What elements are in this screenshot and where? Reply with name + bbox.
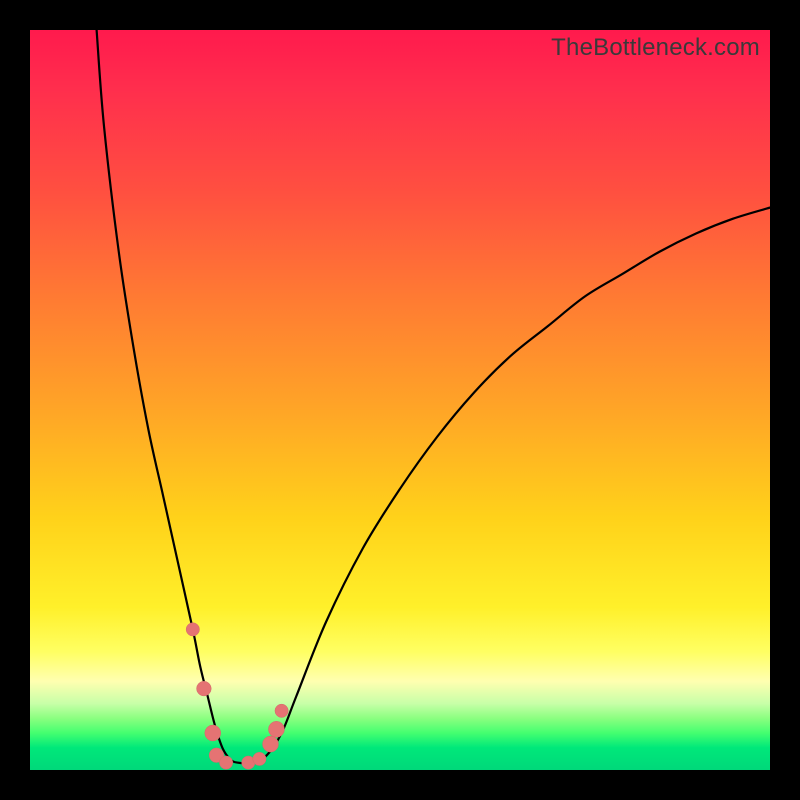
curve-marker [253,752,266,765]
curve-markers [186,623,288,770]
curve-marker [186,623,199,636]
curve-marker [275,704,288,717]
bottleneck-curve [97,30,770,763]
curve-marker [268,721,284,737]
curve-marker [205,725,221,741]
curve-marker [219,756,232,769]
curve-marker [263,736,279,752]
curve-marker [197,681,212,696]
chart-frame: TheBottleneck.com [0,0,800,800]
curve-layer [30,30,770,770]
plot-area: TheBottleneck.com [30,30,770,770]
